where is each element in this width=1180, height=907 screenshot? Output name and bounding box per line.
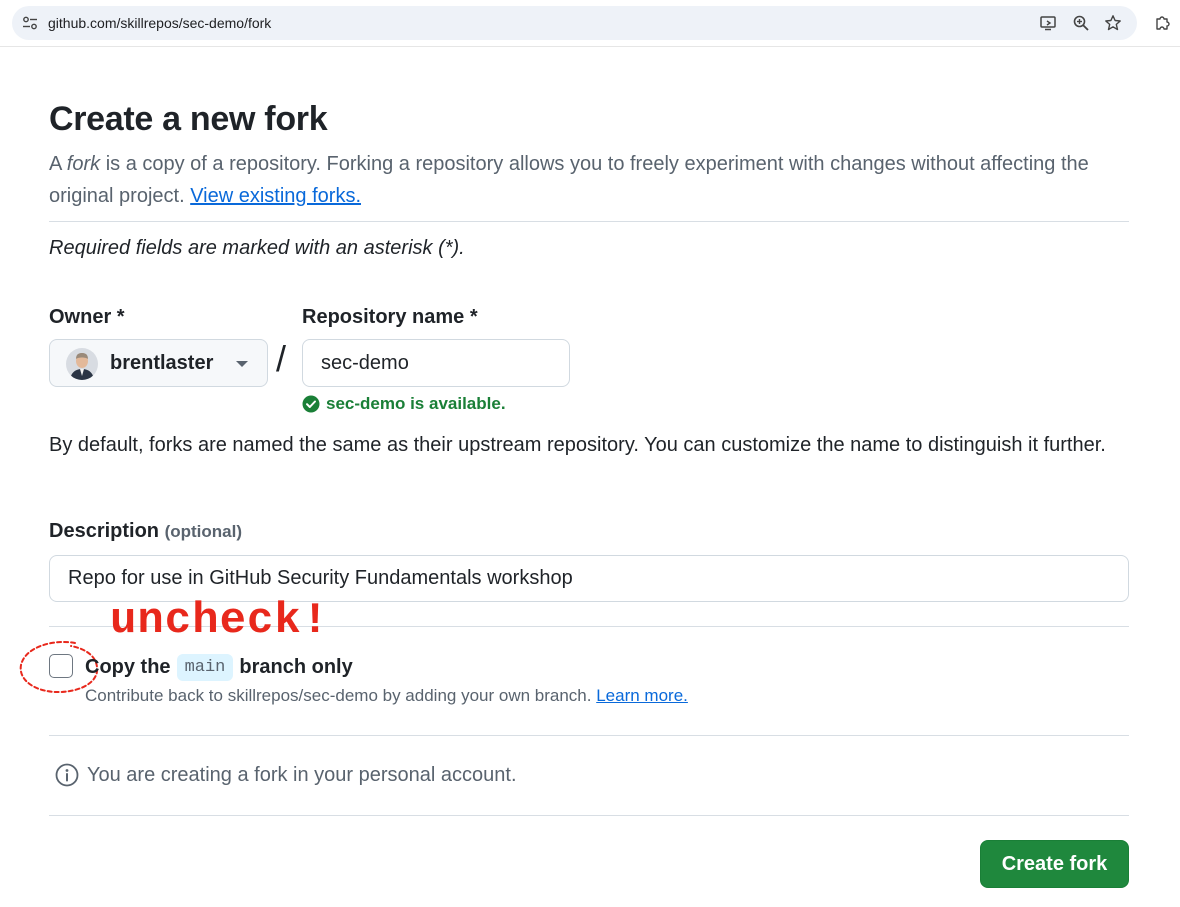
uncheck-annotation: uncheck!	[110, 596, 330, 646]
cast-icon[interactable]	[1039, 14, 1057, 32]
check-circle-icon	[302, 395, 320, 413]
avatar	[66, 348, 98, 380]
chevron-down-icon	[236, 361, 248, 367]
copy-branch-label[interactable]: Copy the main branch only	[85, 654, 353, 681]
owner-label: Owner *	[49, 306, 125, 328]
owner-repo-separator: /	[276, 338, 287, 379]
learn-more-link[interactable]: Learn more.	[596, 686, 688, 705]
extensions-icon[interactable]	[1154, 14, 1172, 32]
info-text: You are creating a fork in your personal…	[87, 763, 517, 786]
info-icon	[55, 763, 79, 787]
owner-select[interactable]: brentlaster	[49, 339, 268, 387]
description-label-text: Description	[49, 520, 160, 542]
address-bar[interactable]: github.com/skillrepos/sec-demo/fork	[12, 6, 1137, 40]
url-text[interactable]: github.com/skillrepos/sec-demo/fork	[48, 15, 271, 31]
copy-help-text: Contribute back to skillrepos/sec-demo b…	[85, 686, 597, 705]
required-fields-note: Required fields are marked with an aster…	[49, 237, 465, 259]
availability-message: sec-demo is available.	[302, 394, 506, 414]
copy-label-suffix: branch only	[239, 656, 353, 678]
repository-name-label: Repository name *	[302, 306, 478, 328]
description-input[interactable]	[49, 555, 1129, 602]
tune-icon[interactable]	[22, 16, 38, 30]
personal-account-notice: You are creating a fork in your personal…	[55, 763, 517, 787]
intro-emphasis: fork	[66, 153, 101, 175]
copy-branch-help: Contribute back to skillrepos/sec-demo b…	[85, 686, 688, 706]
view-existing-forks-link[interactable]: View existing forks.	[190, 185, 361, 207]
owner-name: brentlaster	[110, 352, 214, 374]
zoom-icon[interactable]	[1072, 14, 1090, 32]
availability-text: sec-demo is available.	[326, 394, 506, 413]
copy-label-prefix: Copy the	[85, 656, 171, 678]
repository-name-input[interactable]	[302, 339, 570, 387]
divider	[49, 221, 1129, 222]
copy-main-branch-checkbox[interactable]	[49, 654, 73, 678]
intro-prefix: A	[49, 153, 67, 175]
description-label: Description (optional)	[49, 520, 242, 543]
page-title: Create a new fork	[49, 100, 328, 138]
optional-tag: (optional)	[164, 522, 243, 541]
branch-name-code: main	[176, 654, 234, 681]
browser-toolbar: github.com/skillrepos/sec-demo/fork	[0, 0, 1180, 47]
star-icon[interactable]	[1104, 14, 1122, 32]
divider	[49, 815, 1129, 816]
intro-text: A fork is a copy of a repository. Forkin…	[49, 148, 1109, 212]
create-fork-button[interactable]: Create fork	[980, 840, 1129, 888]
default-name-note: By default, forks are named the same as …	[49, 434, 1106, 456]
divider	[49, 735, 1129, 736]
